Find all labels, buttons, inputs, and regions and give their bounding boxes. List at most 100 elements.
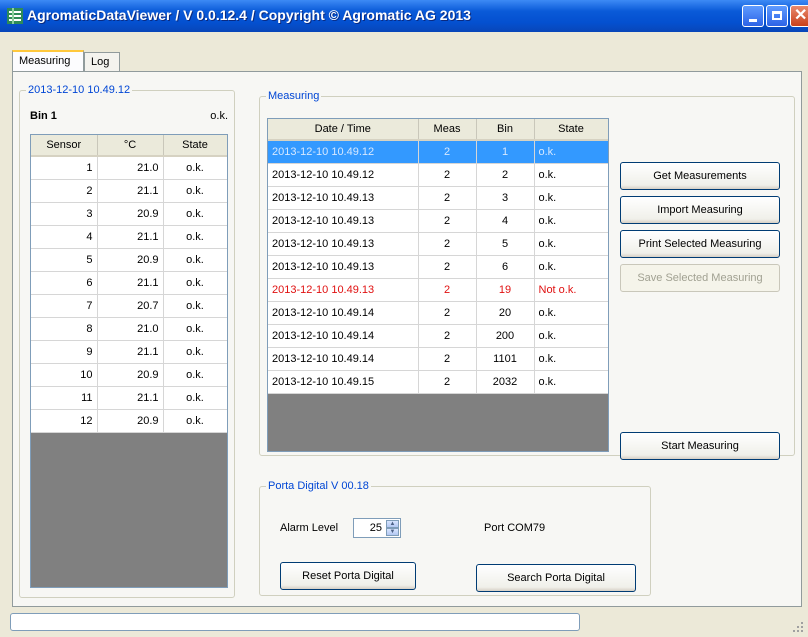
- state-cell: o.k.: [163, 317, 227, 341]
- temperature-cell: 21.1: [97, 271, 164, 295]
- bin-state: o.k.: [210, 110, 228, 122]
- table-row[interactable]: 2013-12-10 10.49.13 2 4 o.k.: [268, 209, 608, 233]
- bin-group-legend: 2013-12-10 10.49.12: [28, 84, 131, 96]
- temperature-cell: 20.9: [97, 363, 164, 387]
- bin-cell: 20: [476, 301, 535, 325]
- table-row[interactable]: 9 21.1 o.k.: [31, 340, 227, 364]
- title-bar[interactable]: AgromaticDataViewer / V 0.0.12.4 / Copyr…: [0, 0, 808, 32]
- tab-measuring[interactable]: Measuring: [12, 50, 84, 71]
- table-row[interactable]: 2013-12-10 10.49.15 2 2032 o.k.: [268, 370, 608, 394]
- start-measuring-button[interactable]: Start Measuring: [620, 432, 780, 460]
- datetime-cell: 2013-12-10 10.49.14: [268, 301, 419, 325]
- bin-cell: 1101: [476, 347, 535, 371]
- tab-panel-measuring: 2013-12-10 10.49.12 Bin 1 o.k. Sensor °C…: [12, 71, 802, 607]
- print-selected-measuring-button[interactable]: Print Selected Measuring: [620, 230, 780, 258]
- bin-cell: 4: [476, 209, 535, 233]
- state-cell: o.k.: [534, 232, 608, 256]
- table-row[interactable]: 2 21.1 o.k.: [31, 179, 227, 203]
- bin-cell: 2032: [476, 370, 535, 394]
- measuring-group: Measuring Date / Time Meas Bin State 201…: [259, 90, 795, 460]
- column-header-temp[interactable]: °C: [97, 135, 164, 157]
- temperature-cell: 21.1: [97, 225, 164, 249]
- import-measuring-button[interactable]: Import Measuring: [620, 196, 780, 224]
- datetime-cell: 2013-12-10 10.49.14: [268, 324, 419, 348]
- temperature-cell: 20.9: [97, 202, 164, 226]
- sensor-cell: 4: [31, 225, 98, 249]
- table-row[interactable]: 6 21.1 o.k.: [31, 271, 227, 295]
- state-cell: o.k.: [534, 324, 608, 348]
- table-row[interactable]: 11 21.1 o.k.: [31, 386, 227, 410]
- chevron-up-icon[interactable]: ▲: [386, 520, 399, 528]
- app-window: AgromaticDataViewer / V 0.0.12.4 / Copyr…: [0, 0, 808, 637]
- temperature-cell: 21.0: [97, 317, 164, 341]
- meas-cell: 2: [418, 186, 477, 210]
- alarm-level-label: Alarm Level: [280, 522, 339, 534]
- column-header-datetime[interactable]: Date / Time: [268, 119, 419, 141]
- bin-cell: 5: [476, 232, 535, 256]
- measuring-group-legend: Measuring: [268, 90, 320, 102]
- bin-cell: 2: [476, 163, 535, 187]
- sensor-header-row: Sensor °C State: [31, 135, 227, 157]
- datetime-cell: 2013-12-10 10.49.13: [268, 209, 419, 233]
- close-button[interactable]: ✕: [790, 5, 808, 27]
- resize-grip-icon[interactable]: [792, 621, 804, 633]
- close-icon: ✕: [794, 7, 808, 24]
- temperature-cell: 21.1: [97, 386, 164, 410]
- table-row[interactable]: 2013-12-10 10.49.14 2 20 o.k.: [268, 301, 608, 325]
- maximize-button[interactable]: [766, 5, 788, 27]
- minimize-icon: [749, 19, 757, 22]
- column-header-state[interactable]: State: [163, 135, 227, 157]
- table-row[interactable]: 2013-12-10 10.49.13 2 19 Not o.k.: [268, 278, 608, 302]
- meas-cell: 2: [418, 140, 477, 164]
- bin-cell: 19: [476, 278, 535, 302]
- temperature-cell: 21.1: [97, 179, 164, 203]
- chevron-down-icon[interactable]: ▼: [386, 528, 399, 536]
- datetime-cell: 2013-12-10 10.49.12: [268, 163, 419, 187]
- meas-cell: 2: [418, 301, 477, 325]
- table-row[interactable]: 10 20.9 o.k.: [31, 363, 227, 387]
- sensor-grid[interactable]: Sensor °C State 1 21.0 o.k. 2 21.1 o.k. 3 20.9 o…: [30, 134, 228, 588]
- sensor-cell: 9: [31, 340, 98, 364]
- sensor-cell: 1: [31, 156, 98, 180]
- sensor-cell: 5: [31, 248, 98, 272]
- datetime-cell: 2013-12-10 10.49.15: [268, 370, 419, 394]
- measuring-grid[interactable]: Date / Time Meas Bin State 2013-12-10 10…: [267, 118, 609, 452]
- table-row[interactable]: 2013-12-10 10.49.13 2 5 o.k.: [268, 232, 608, 256]
- save-selected-measuring-button[interactable]: Save Selected Measuring: [620, 264, 780, 292]
- measuring-table: Date / Time Meas Bin State 2013-12-10 10…: [268, 119, 608, 394]
- column-header-meas[interactable]: Meas: [418, 119, 477, 141]
- table-row[interactable]: 2013-12-10 10.49.13 2 3 o.k.: [268, 186, 608, 210]
- table-row[interactable]: 8 21.0 o.k.: [31, 317, 227, 341]
- alarm-level-stepper[interactable]: 25 ▲ ▼: [353, 518, 401, 538]
- column-header-sensor[interactable]: Sensor: [31, 135, 98, 157]
- state-cell: o.k.: [163, 202, 227, 226]
- sensor-cell: 3: [31, 202, 98, 226]
- meas-cell: 2: [418, 324, 477, 348]
- state-cell: o.k.: [534, 209, 608, 233]
- table-row[interactable]: 7 20.7 o.k.: [31, 294, 227, 318]
- table-row[interactable]: 12 20.9 o.k.: [31, 409, 227, 433]
- get-measurements-button[interactable]: Get Measurements: [620, 162, 780, 190]
- tab-log[interactable]: Log: [84, 52, 120, 71]
- state-cell: o.k.: [163, 156, 227, 180]
- temperature-cell: 20.9: [97, 409, 164, 433]
- table-row[interactable]: 3 20.9 o.k.: [31, 202, 227, 226]
- meas-cell: 2: [418, 347, 477, 371]
- datetime-cell: 2013-12-10 10.49.14: [268, 347, 419, 371]
- column-header-bin[interactable]: Bin: [476, 119, 535, 141]
- table-row[interactable]: 2013-12-10 10.49.12 2 1 o.k.: [268, 140, 608, 164]
- search-porta-digital-button[interactable]: Search Porta Digital: [476, 564, 636, 592]
- table-row[interactable]: 2013-12-10 10.49.14 2 200 o.k.: [268, 324, 608, 348]
- datetime-cell: 2013-12-10 10.49.13: [268, 186, 419, 210]
- table-row[interactable]: 5 20.9 o.k.: [31, 248, 227, 272]
- table-row[interactable]: 2013-12-10 10.49.12 2 2 o.k.: [268, 163, 608, 187]
- porta-digital-legend: Porta Digital V 00.18: [268, 480, 369, 492]
- sensor-cell: 8: [31, 317, 98, 341]
- table-row[interactable]: 2013-12-10 10.49.14 2 1101 o.k.: [268, 347, 608, 371]
- reset-porta-digital-button[interactable]: Reset Porta Digital: [280, 562, 416, 590]
- table-row[interactable]: 1 21.0 o.k.: [31, 156, 227, 180]
- minimize-button[interactable]: [742, 5, 764, 27]
- table-row[interactable]: 2013-12-10 10.49.13 2 6 o.k.: [268, 255, 608, 279]
- column-header-state[interactable]: State: [534, 119, 608, 141]
- table-row[interactable]: 4 21.1 o.k.: [31, 225, 227, 249]
